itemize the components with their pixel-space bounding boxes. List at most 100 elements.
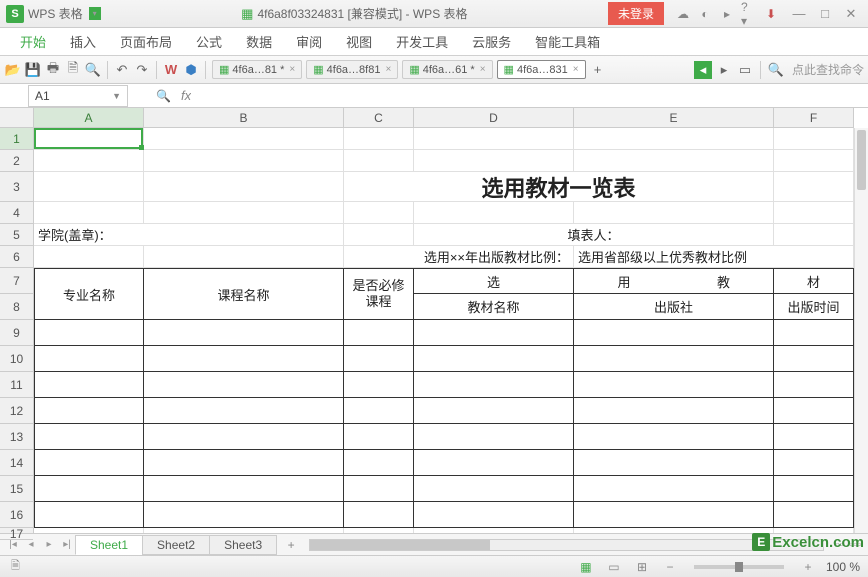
cell[interactable] [144, 320, 344, 346]
fx-icon[interactable]: fx [181, 88, 191, 103]
cell[interactable] [344, 476, 414, 502]
cell[interactable] [144, 202, 344, 224]
sheet-add-button[interactable]: + [281, 538, 301, 552]
menu-smart-tools[interactable]: 智能工具箱 [523, 28, 612, 55]
fx-search-icon[interactable]: 🔍 [156, 89, 171, 103]
close-icon[interactable]: × [480, 64, 486, 75]
nav-next-icon[interactable]: ▸ [715, 61, 733, 79]
row-header-13[interactable]: 13 [0, 424, 33, 450]
cell[interactable] [774, 150, 854, 172]
row-header-9[interactable]: 9 [0, 320, 33, 346]
close-icon[interactable]: × [573, 64, 579, 75]
cell[interactable] [574, 476, 774, 502]
cell[interactable] [574, 320, 774, 346]
status-doc-icon[interactable]: 🗎 [11, 557, 20, 576]
cell[interactable] [344, 202, 414, 224]
doc-tab-2[interactable]: ▦4f6a…8f81× [306, 60, 398, 79]
cell[interactable] [344, 128, 414, 150]
zoom-slider[interactable] [694, 565, 784, 569]
cell[interactable]: 学院(盖章)： [34, 224, 344, 246]
cell[interactable] [144, 150, 344, 172]
cell[interactable] [144, 128, 344, 150]
menu-cloud[interactable]: 云服务 [460, 28, 523, 55]
cell[interactable] [774, 224, 854, 246]
view-normal-icon[interactable]: ▦ [576, 559, 596, 575]
cell[interactable] [34, 372, 144, 398]
close-button[interactable]: ✕ [840, 5, 862, 23]
nav-prev-icon[interactable]: ◂ [694, 61, 712, 79]
cell[interactable] [144, 346, 344, 372]
cell[interactable] [774, 128, 854, 150]
zoom-in-icon[interactable]: + [798, 559, 818, 575]
cell[interactable] [414, 502, 574, 528]
maximize-button[interactable]: □ [814, 5, 836, 23]
cell[interactable] [774, 450, 854, 476]
print-preview-icon[interactable]: 🗎 [64, 61, 82, 79]
cell[interactable] [34, 320, 144, 346]
cell[interactable] [144, 398, 344, 424]
cell[interactable] [414, 398, 574, 424]
cell[interactable] [414, 150, 574, 172]
row-header-1[interactable]: 1 [0, 128, 33, 150]
row-header-16[interactable]: 16 [0, 502, 33, 528]
redo-icon[interactable]: ↷ [133, 61, 151, 79]
cell[interactable]: 教 [674, 268, 774, 294]
cell[interactable] [34, 476, 144, 502]
cell[interactable] [574, 398, 774, 424]
sheet-tab-1[interactable]: Sheet1 [75, 535, 143, 555]
cell[interactable] [34, 346, 144, 372]
sheet-tab-3[interactable]: Sheet3 [209, 535, 277, 555]
cloud-icon[interactable]: ☁ [675, 6, 691, 22]
cell[interactable]: 课程名称 [144, 268, 344, 320]
row-header-10[interactable]: 10 [0, 346, 33, 372]
sync-icon[interactable]: ◐ [697, 6, 713, 22]
cell[interactable] [774, 398, 854, 424]
row-header-7[interactable]: 7 [0, 268, 33, 294]
cell[interactable] [574, 346, 774, 372]
open-icon[interactable]: 📂 [4, 61, 22, 79]
search-icon[interactable]: 🔍 [767, 61, 785, 79]
cell[interactable] [574, 528, 774, 533]
cell[interactable] [574, 502, 774, 528]
doc-tab-4[interactable]: ▦4f6a…831× [497, 60, 586, 79]
cell[interactable] [414, 128, 574, 150]
cell[interactable] [344, 320, 414, 346]
preview-icon[interactable]: 🔍 [84, 61, 102, 79]
cell-area[interactable]: 选用教材一览表学院(盖章)：填表人：选用××年出版教材比例：选用省部级以上优秀教… [34, 128, 854, 533]
menu-formula[interactable]: 公式 [184, 28, 234, 55]
cell[interactable] [414, 450, 574, 476]
cell[interactable]: 是否必修课程 [344, 268, 414, 320]
cell[interactable] [34, 150, 144, 172]
close-icon[interactable]: × [385, 64, 391, 75]
menu-dev-tools[interactable]: 开发工具 [384, 28, 460, 55]
cell[interactable] [344, 502, 414, 528]
cell[interactable] [34, 528, 144, 533]
row-header-5[interactable]: 5 [0, 224, 33, 246]
row-header-12[interactable]: 12 [0, 398, 33, 424]
cell[interactable] [344, 150, 414, 172]
save-icon[interactable]: 💾 [24, 61, 42, 79]
col-header-C[interactable]: C [344, 108, 414, 127]
col-header-B[interactable]: B [144, 108, 344, 127]
cell[interactable] [774, 502, 854, 528]
vertical-scrollbar[interactable] [854, 128, 868, 533]
cell[interactable] [34, 502, 144, 528]
view-page-icon[interactable]: ▭ [604, 559, 624, 575]
cell[interactable]: 出版社 [574, 294, 774, 320]
print-icon[interactable]: 🖶 [44, 61, 62, 79]
close-icon[interactable]: × [289, 64, 295, 75]
cell[interactable] [144, 476, 344, 502]
cell[interactable] [574, 372, 774, 398]
tab-list-icon[interactable]: ▭ [736, 61, 754, 79]
name-box[interactable]: A1 ▼ [28, 85, 128, 107]
cell[interactable] [774, 372, 854, 398]
cell[interactable] [774, 476, 854, 502]
menu-data[interactable]: 数据 [234, 28, 284, 55]
cell[interactable] [144, 450, 344, 476]
cell[interactable] [574, 424, 774, 450]
cell[interactable]: 选用省部级以上优秀教材比例 [574, 246, 854, 268]
col-header-E[interactable]: E [574, 108, 774, 127]
zoom-value[interactable]: 100 % [826, 560, 860, 574]
cell[interactable] [574, 202, 774, 224]
zoom-out-icon[interactable]: − [660, 559, 680, 575]
